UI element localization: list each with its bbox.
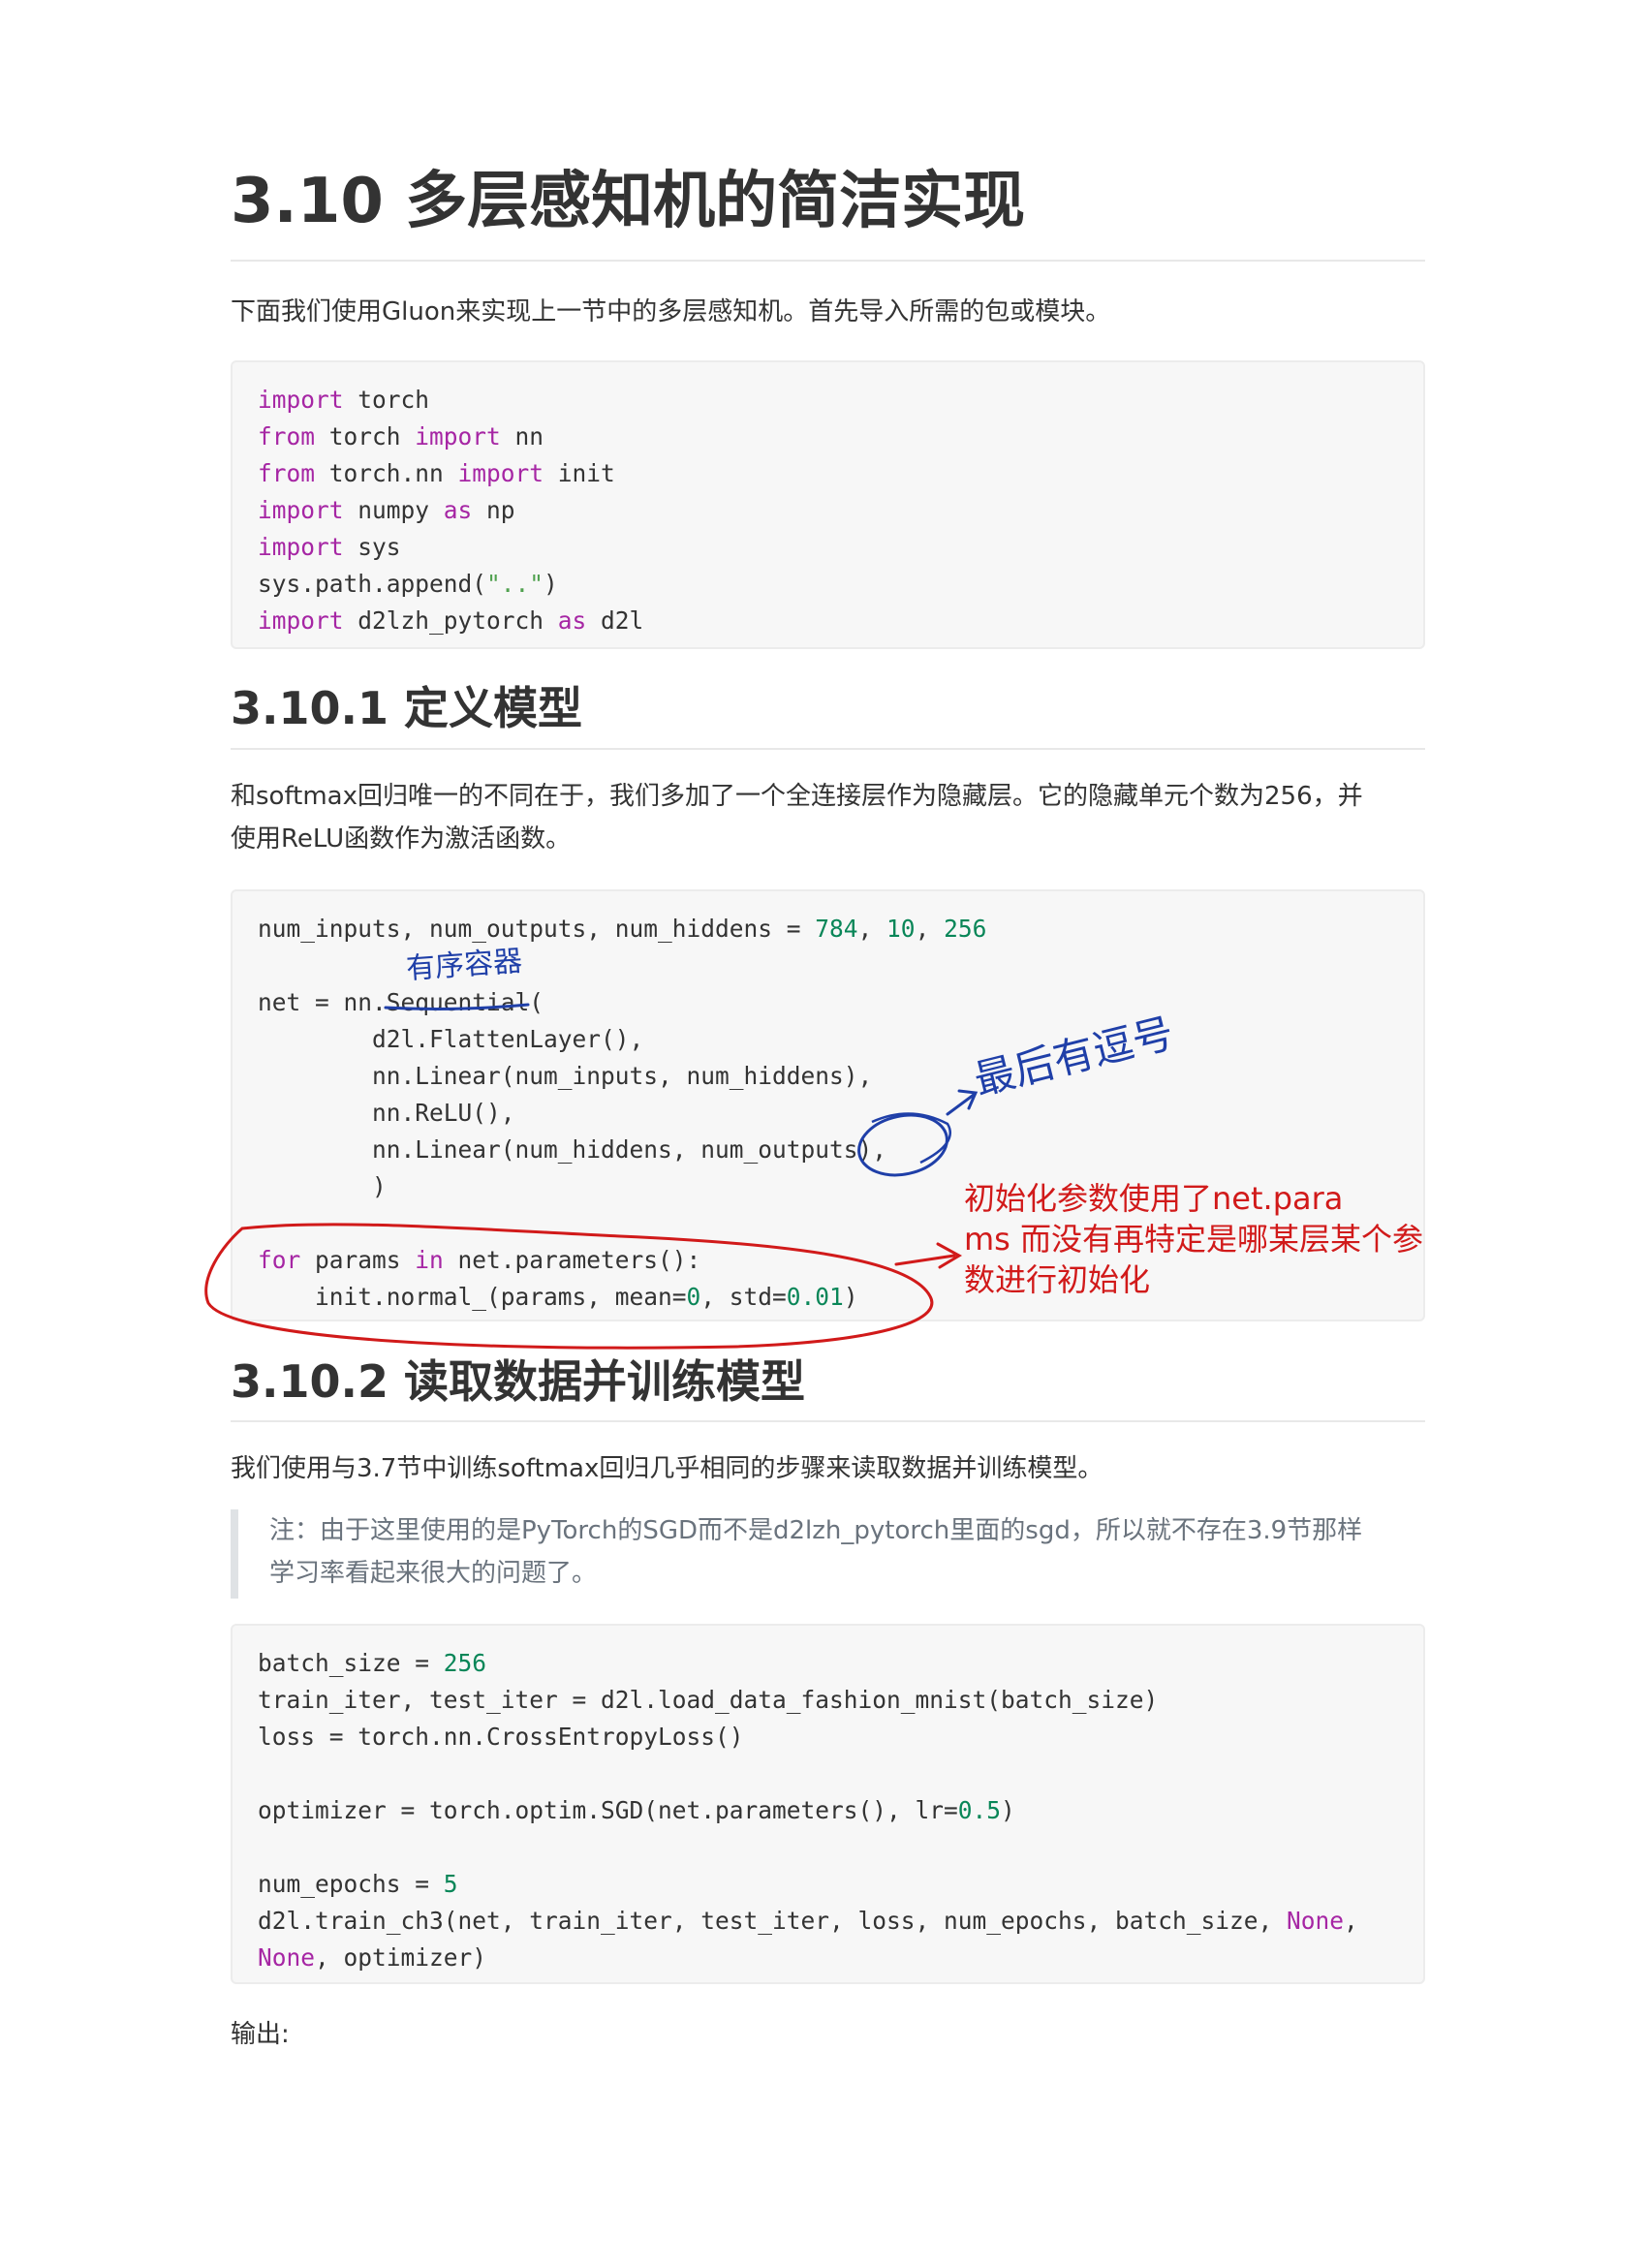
code-token-kw: import [457, 459, 544, 487]
code-token: d2l [586, 606, 644, 635]
code-token: nn.Linear(num_hiddens, num_outputs), [258, 1135, 887, 1164]
code-token-num: 5 [443, 1870, 458, 1898]
code-block-train: batch_size = 256 train_iter, test_iter =… [231, 1624, 1425, 1984]
code-token: , [915, 915, 945, 943]
code-token: np [472, 496, 515, 524]
code-token-kw: import [258, 386, 344, 414]
code-token-kw: as [557, 606, 587, 635]
code-token: nn.Linear(num_inputs, num_hiddens), [258, 1062, 873, 1090]
document-page: 3.10 多层感知机的简洁实现 下面我们使用Gluon来实现上一节中的多层感知机… [0, 0, 1647, 2268]
code-token: sys [343, 533, 401, 561]
title-divider [231, 260, 1425, 262]
code-token-num: 0 [686, 1283, 701, 1311]
code-token: torch [315, 422, 416, 450]
code-token: net.parameters(): [443, 1246, 701, 1274]
code-token-str: ".." [486, 570, 544, 598]
code-token: ) [1001, 1796, 1015, 1824]
note-line2: 学习率看起来很大的问题了。 [269, 1559, 598, 1588]
code-token-kw: for [258, 1246, 301, 1274]
section1-text-line2: 使用ReLU函数作为激活函数。 [231, 824, 572, 854]
code-token-kw: import [415, 422, 501, 450]
section1-divider [231, 748, 1425, 750]
code-token: net = nn.Sequential( [258, 988, 544, 1016]
code-token-kw: in [415, 1246, 444, 1274]
code-token-num: 0.01 [786, 1283, 844, 1311]
section-heading-train: 3.10.2 读取数据并训练模型 [231, 1355, 805, 1408]
code-token: ) [258, 1172, 387, 1200]
code-token-kw: import [258, 496, 344, 524]
code-token-kw: None [1287, 1907, 1345, 1935]
code-token: init [544, 459, 615, 487]
code-token: torch [343, 386, 430, 414]
code-token: , optimizer) [315, 1943, 487, 1972]
code-token: , [857, 915, 887, 943]
code-token: sys.path.append( [258, 570, 487, 598]
code-train-text: batch_size = 256 train_iter, test_iter =… [258, 1645, 1358, 1976]
note-blockquote: 注：由于这里使用的是PyTorch的SGD而不是d2lzh_pytorch里面的… [231, 1509, 1425, 1599]
code-token: ) [843, 1283, 858, 1311]
code-token-num: 0.5 [957, 1796, 1002, 1824]
code-token: num_epochs = [258, 1870, 444, 1898]
code-token: params [300, 1246, 416, 1274]
code-token: d2lzh_pytorch [343, 606, 558, 635]
code-token-kw: from [258, 459, 316, 487]
code-token-kw: None [258, 1943, 316, 1972]
code-token: init.normal_(params, mean= [258, 1283, 687, 1311]
section-heading-define-model: 3.10.1 定义模型 [231, 682, 582, 734]
code-block-imports: import torch from torch import nn from t… [231, 360, 1425, 649]
page-title: 3.10 多层感知机的简洁实现 [231, 166, 1026, 237]
code-token: d2l.train_ch3(net, train_iter, test_iter… [258, 1907, 1288, 1935]
code-token: nn [500, 422, 544, 450]
code-token: loss = torch.nn.CrossEntropyLoss() [258, 1723, 744, 1751]
code-token-kw: import [258, 606, 344, 635]
code-token: , std= [700, 1283, 787, 1311]
section2-divider [231, 1420, 1425, 1422]
code-token-num: 256 [443, 1649, 487, 1677]
code-imports-text: import torch from torch import nn from t… [258, 382, 643, 639]
code-token: optimizer = torch.optim.SGD(net.paramete… [258, 1796, 958, 1824]
intro-paragraph: 下面我们使用Gluon来实现上一节中的多层感知机。首先导入所需的包或模块。 [231, 297, 1111, 326]
output-label: 输出: [231, 2020, 290, 2049]
note-line1: 注：由于这里使用的是PyTorch的SGD而不是d2lzh_pytorch里面的… [269, 1516, 1363, 1545]
section2-text: 我们使用与3.7节中训练softmax回归几乎相同的步骤来读取数据并训练模型。 [231, 1454, 1103, 1483]
code-token: num_inputs, num_outputs, num_hiddens = [258, 915, 816, 943]
code-token: nn.ReLU(), [258, 1099, 515, 1127]
code-model-text: num_inputs, num_outputs, num_hiddens = 7… [258, 911, 986, 1316]
code-token: train_iter, test_iter = d2l.load_data_fa… [258, 1686, 1159, 1714]
code-token: , [1344, 1907, 1358, 1935]
code-token-num: 784 [815, 915, 858, 943]
code-token: d2l.FlattenLayer(), [258, 1025, 644, 1053]
code-token-num: 256 [944, 915, 987, 943]
code-token: torch.nn [315, 459, 458, 487]
section1-text-line1: 和softmax回归唯一的不同在于，我们多加了一个全连接层作为隐藏层。它的隐藏单… [231, 782, 1363, 811]
code-token-kw: import [258, 533, 344, 561]
code-token: ) [544, 570, 558, 598]
code-token-num: 10 [886, 915, 916, 943]
code-token: batch_size = [258, 1649, 444, 1677]
code-token-kw: from [258, 422, 316, 450]
code-token-kw: as [443, 496, 473, 524]
code-token: numpy [343, 496, 444, 524]
code-block-model: num_inputs, num_outputs, num_hiddens = 7… [231, 889, 1425, 1321]
